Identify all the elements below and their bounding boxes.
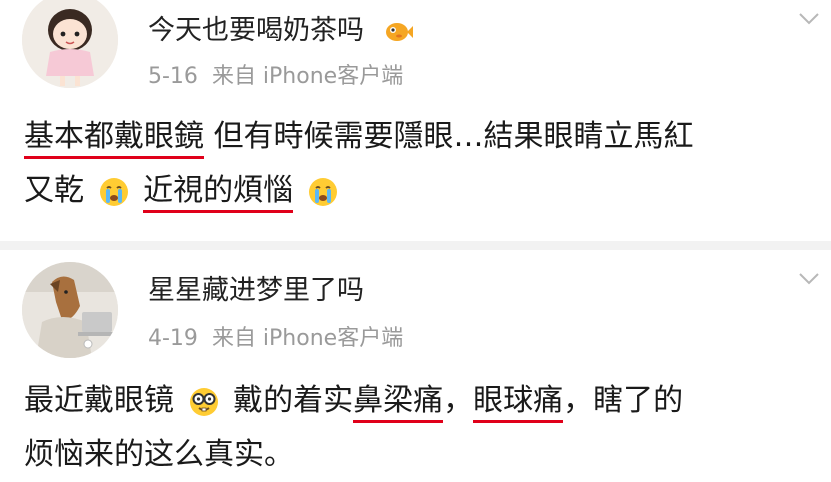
comment-meta: 5-16 来自 iPhone客户端 [148,58,417,90]
comment-text: 又乾 [24,173,84,208]
comment-date: 4-19 [148,326,198,351]
comment-text: 最近戴眼镜 [24,383,174,418]
comment-source: 来自 iPhone客户端 [211,326,404,351]
horse-at-laptop-avatar-icon [22,262,118,358]
comment-body: 基本都戴眼鏡 但有時候需要隱眼…結果眼睛立馬紅 又乾 近視的煩惱 [24,110,807,218]
comment-body: 最近戴眼镜 戴的着实鼻梁痛，眼球痛，瞎了的 烦恼来的这么真实。 [24,374,807,482]
underlined-text: 鼻梁痛 [353,383,444,423]
comment-text: 但有時候需要隱眼…結果眼睛立馬紅 [204,119,694,154]
username[interactable]: 星星藏进梦里了吗 [148,268,364,307]
comment-text: 戴的着实 [233,383,354,418]
underlined-text: 眼球痛 [473,383,564,423]
cartoon-girl-avatar-icon [22,0,118,88]
username[interactable]: 今天也要喝奶茶吗 [148,8,413,47]
comment-date: 5-16 [148,64,198,89]
avatar[interactable] [22,0,118,88]
chevron-down-icon[interactable] [797,266,821,290]
underlined-text: 基本都戴眼鏡 [24,119,204,159]
username-text: 今天也要喝奶茶吗 [148,15,364,46]
username-text: 星星藏进梦里了吗 [148,275,364,306]
avatar[interactable] [22,262,118,358]
divider [0,241,831,250]
comment-text: ，瞎了的 [563,383,684,418]
chevron-down-icon[interactable] [797,6,821,30]
underlined-text: 近視的煩惱 [143,173,294,213]
fish-emoji-icon [385,22,413,41]
crying-emoji-icon [99,177,128,206]
comment-source: 来自 iPhone客户端 [211,64,404,89]
comment-text: ， [443,383,474,418]
nerd-glasses-emoji-icon [189,387,218,416]
comment-item: 星星藏进梦里了吗 4-19 来自 iPhone客户端 最近戴眼镜 戴的着实鼻梁痛，… [0,250,831,472]
comment-feed: 今天也要喝奶茶吗 5-16 来自 iPhone客户端 基本都戴眼鏡 但有時候需要隱… [0,0,831,472]
comment-item: 今天也要喝奶茶吗 5-16 来自 iPhone客户端 基本都戴眼鏡 但有時候需要隱… [0,0,831,240]
crying-emoji-icon [308,177,337,206]
comment-meta: 4-19 来自 iPhone客户端 [148,320,417,352]
